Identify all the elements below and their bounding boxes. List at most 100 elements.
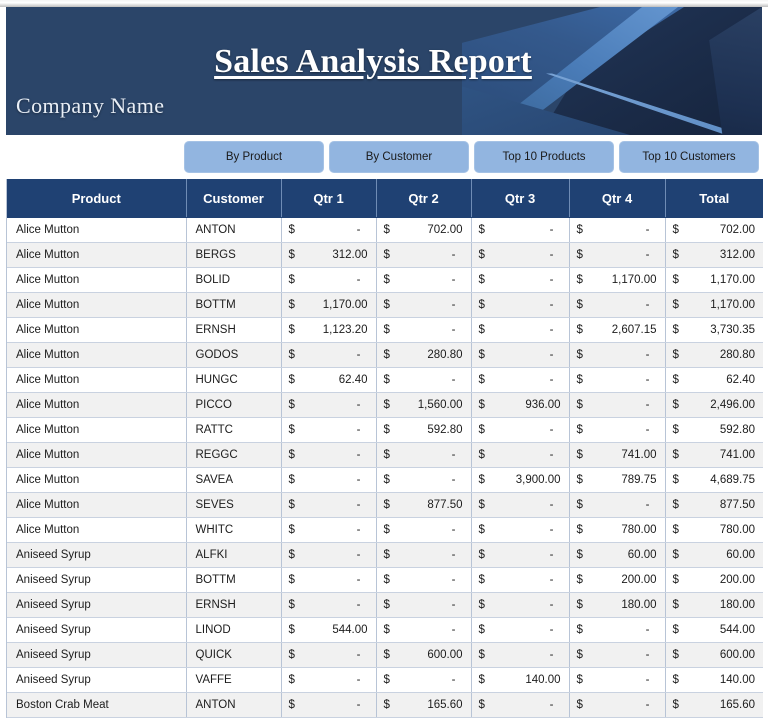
cell-qtr1: $1,170.00	[281, 292, 377, 318]
amount-value: 3,730.35	[710, 324, 755, 336]
amount-value: 780.00	[621, 524, 657, 536]
cell-total: $312.00	[665, 242, 763, 268]
currency-symbol: $	[478, 624, 485, 636]
currency-symbol: $	[478, 399, 485, 411]
cell-qtr2: $ -	[376, 567, 472, 593]
column-header-qtr1[interactable]: Qtr 1	[281, 179, 377, 218]
amount-value: 600.00	[719, 649, 755, 661]
cell-customer: SEVES	[186, 492, 282, 518]
currency-symbol: $	[672, 224, 679, 236]
amount-value: 60.00	[627, 549, 657, 561]
column-header-product[interactable]: Product	[7, 179, 187, 218]
amount-value: -	[549, 449, 554, 461]
currency-symbol: $	[478, 599, 485, 611]
table-row[interactable]: Boston Crab Meat ANTON $ - $165.60 $ - $ - $165.6…	[7, 692, 763, 718]
nav-button-top-10-products[interactable]: Top 10 Products	[474, 141, 614, 173]
table-row[interactable]: Alice Mutton PICCO $ - $1,560.00 $936.00 $ - $2,…	[7, 392, 763, 418]
table-row[interactable]: Aniseed Syrup ERNSH $ - $ - $ - $180.00 $180.00	[7, 592, 763, 618]
cell-customer: QUICK	[186, 642, 282, 668]
amount-value: 1,123.20	[322, 324, 368, 336]
cell-qtr4: $ -	[569, 292, 666, 318]
cell-product: Alice Mutton	[7, 217, 187, 243]
currency-symbol: $	[288, 374, 295, 386]
nav-button-top-10-customers[interactable]: Top 10 Customers	[619, 141, 759, 173]
amount-value: -	[356, 349, 361, 361]
nav-button-by-product[interactable]: By Product	[184, 141, 324, 173]
amount-value: -	[451, 274, 456, 286]
cell-qtr2: $ -	[376, 467, 472, 493]
currency-symbol: $	[478, 424, 485, 436]
cell-qtr4: $1,170.00	[569, 267, 666, 293]
amount-value: 165.60	[719, 699, 755, 711]
cell-qtr2: $ -	[376, 317, 472, 343]
amount-value: -	[451, 524, 456, 536]
column-header-customer[interactable]: Customer	[186, 179, 282, 218]
table-row[interactable]: Alice Mutton REGGC $ - $ - $ - $741.00 $741.00	[7, 442, 763, 468]
table-row[interactable]: Alice Mutton SEVES $ - $877.50 $ - $ - $877.50	[7, 492, 763, 518]
table-row[interactable]: Alice Mutton HUNGC $62.40 $ - $ - $ - $62.40	[7, 367, 763, 393]
table-row[interactable]: Aniseed Syrup QUICK $ - $600.00 $ - $ - $600.00	[7, 642, 763, 668]
cell-qtr4: $ -	[569, 417, 666, 443]
sales-table: Product Customer Qtr 1 Qtr 2 Qtr 3 Qtr 4…	[7, 179, 763, 718]
table-row[interactable]: Alice Mutton RATTC $ - $592.80 $ - $ - $592.80	[7, 417, 763, 443]
amount-value: -	[451, 674, 456, 686]
cell-qtr1: $ -	[281, 417, 377, 443]
amount-value: -	[549, 624, 554, 636]
cell-customer: PICCO	[186, 392, 282, 418]
currency-symbol: $	[576, 674, 583, 686]
cell-qtr1: $ -	[281, 692, 377, 718]
amount-value: 592.80	[427, 424, 463, 436]
table-row[interactable]: Alice Mutton ERNSH $1,123.20 $ - $ - $2,607.15 $…	[7, 317, 763, 343]
cell-total: $702.00	[665, 217, 763, 243]
cell-qtr2: $702.00	[376, 217, 472, 243]
currency-symbol: $	[383, 399, 390, 411]
table-row[interactable]: Alice Mutton BOLID $ - $ - $ - $1,170.00 $1,170.0…	[7, 267, 763, 293]
table-row[interactable]: Aniseed Syrup LINOD $544.00 $ - $ - $ - $544.00	[7, 617, 763, 643]
cell-qtr1: $1,123.20	[281, 317, 377, 343]
table-row[interactable]: Alice Mutton SAVEA $ - $ - $3,900.00 $789.75 $4,…	[7, 467, 763, 493]
currency-symbol: $	[478, 249, 485, 261]
currency-symbol: $	[383, 249, 390, 261]
cell-customer: WHITC	[186, 517, 282, 543]
currency-symbol: $	[672, 399, 679, 411]
cell-total: $741.00	[665, 442, 763, 468]
amount-value: 180.00	[621, 599, 657, 611]
table-body: Alice Mutton ANTON $ - $702.00 $ - $ - $702.00 Ali…	[7, 217, 763, 718]
currency-symbol: $	[576, 699, 583, 711]
cell-product: Aniseed Syrup	[7, 642, 187, 668]
cell-qtr2: $592.80	[376, 417, 472, 443]
currency-symbol: $	[672, 299, 679, 311]
currency-symbol: $	[288, 674, 295, 686]
currency-symbol: $	[288, 399, 295, 411]
table-row[interactable]: Alice Mutton GODOS $ - $280.80 $ - $ - $280.80	[7, 342, 763, 368]
currency-symbol: $	[478, 549, 485, 561]
column-header-qtr3[interactable]: Qtr 3	[471, 179, 570, 218]
table-row[interactable]: Alice Mutton WHITC $ - $ - $ - $780.00 $780.00	[7, 517, 763, 543]
column-header-qtr4[interactable]: Qtr 4	[569, 179, 666, 218]
cell-qtr2: $ -	[376, 292, 472, 318]
amount-value: -	[356, 574, 361, 586]
nav-button-by-customer[interactable]: By Customer	[329, 141, 469, 173]
sales-table-container[interactable]: Product Customer Qtr 1 Qtr 2 Qtr 3 Qtr 4…	[6, 179, 763, 718]
cell-qtr2: $ -	[376, 592, 472, 618]
cell-qtr3: $ -	[471, 692, 570, 718]
amount-value: -	[549, 649, 554, 661]
cell-qtr3: $ -	[471, 567, 570, 593]
column-header-qtr2[interactable]: Qtr 2	[376, 179, 472, 218]
amount-value: 62.40	[726, 374, 755, 386]
cell-total: $1,170.00	[665, 292, 763, 318]
cell-qtr4: $180.00	[569, 592, 666, 618]
cell-total: $877.50	[665, 492, 763, 518]
amount-value: -	[549, 374, 554, 386]
column-header-total[interactable]: Total	[665, 179, 763, 218]
currency-symbol: $	[383, 524, 390, 536]
amount-value: -	[451, 249, 456, 261]
table-row[interactable]: Alice Mutton BERGS $312.00 $ - $ - $ - $312.00	[7, 242, 763, 268]
table-row[interactable]: Alice Mutton BOTTM $1,170.00 $ - $ - $ - $1,170.0…	[7, 292, 763, 318]
cell-qtr4: $ -	[569, 242, 666, 268]
table-row[interactable]: Aniseed Syrup ALFKI $ - $ - $ - $60.00 $60.00	[7, 542, 763, 568]
table-row[interactable]: Alice Mutton ANTON $ - $702.00 $ - $ - $702.00	[7, 217, 763, 243]
table-row[interactable]: Aniseed Syrup BOTTM $ - $ - $ - $200.00 $200.00	[7, 567, 763, 593]
cell-customer: ANTON	[186, 692, 282, 718]
table-row[interactable]: Aniseed Syrup VAFFE $ - $ - $140.00 $ - $140.00	[7, 667, 763, 693]
